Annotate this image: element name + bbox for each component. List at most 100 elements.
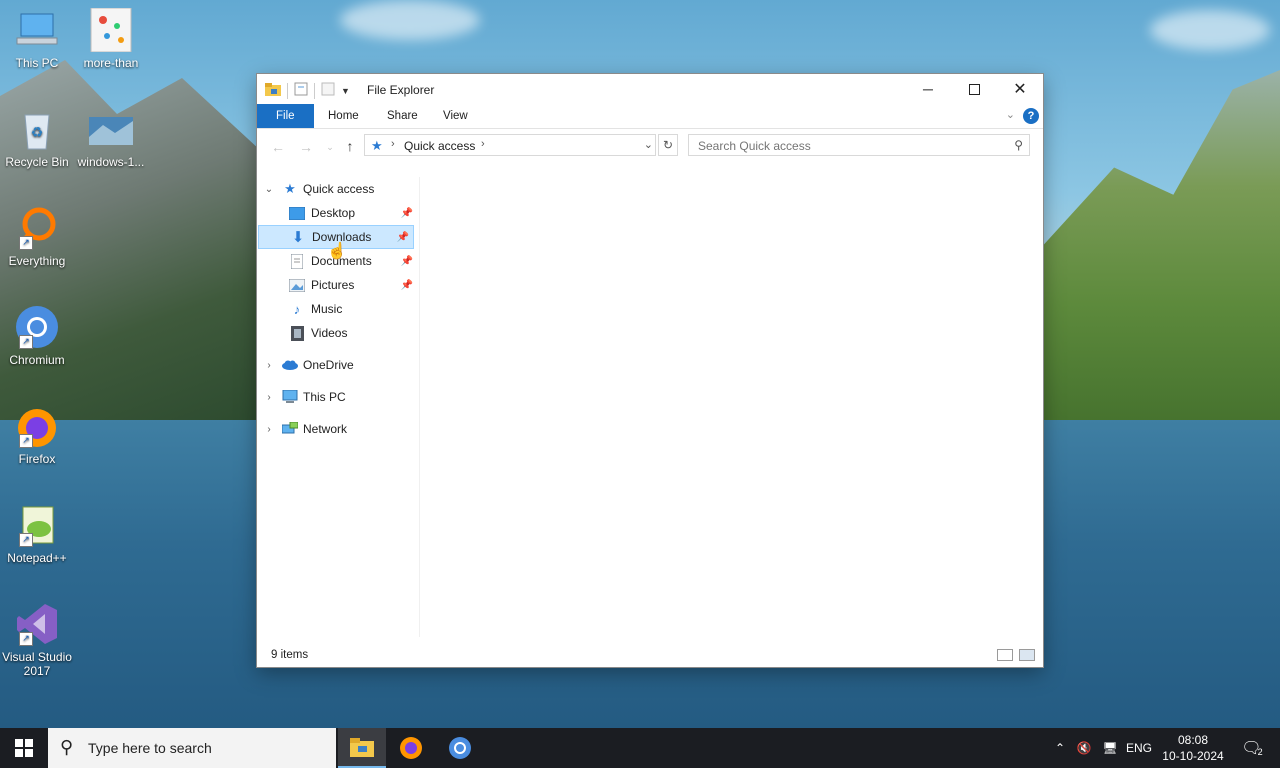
clock-time: 08:08 (1177, 733, 1209, 747)
expand-chevron-right-icon[interactable]: › (264, 360, 274, 371)
close-button[interactable]: ✕ (997, 74, 1043, 104)
notification-count: 2 (1257, 747, 1263, 757)
desktop-icon-label: Chromium (9, 353, 65, 367)
address-dropdown-chevron-icon[interactable]: ⌄ (644, 138, 653, 151)
minimize-button[interactable]: ─ (905, 74, 951, 104)
tree-item-onedrive[interactable]: › OneDrive (257, 353, 417, 377)
forward-arrow-icon[interactable]: → (297, 138, 315, 156)
taskbar-chromium[interactable] (436, 728, 484, 768)
tab-view[interactable]: View (429, 104, 482, 128)
notepad-plus-plus-icon: ↗ (15, 503, 59, 547)
chromium-icon (449, 737, 471, 759)
desktop-icon-recycle-bin[interactable]: ♻ Recycle Bin (0, 107, 74, 169)
breadcrumb-chevron-icon[interactable]: › (391, 138, 395, 150)
taskbar-file-explorer[interactable] (338, 728, 386, 768)
image-thumbnail-icon (89, 107, 133, 151)
help-button[interactable]: ? (1023, 108, 1039, 124)
details-view-button[interactable] (997, 649, 1013, 661)
volume-button[interactable]: 🔇 (1072, 728, 1096, 768)
title-bar[interactable]: ▼ File Explorer ─ ✕ (257, 74, 1043, 104)
file-explorer-window: ▼ File Explorer ─ ✕ File Home Share View… (257, 74, 1043, 667)
network-status-button[interactable]: 🖥 (1098, 728, 1122, 768)
tree-item-pictures[interactable]: Pictures 📌 (257, 273, 417, 297)
tree-item-videos[interactable]: Videos (257, 321, 417, 345)
expand-chevron-right-icon[interactable]: › (264, 424, 274, 435)
quick-access-toolbar: ▼ (265, 82, 350, 99)
clock-date: 10-10-2024 (1162, 749, 1224, 763)
quick-access-star-icon: ★ (371, 138, 383, 153)
desktop-icon-label: windows-1... (77, 155, 145, 169)
tree-item-desktop[interactable]: Desktop 📌 (257, 201, 417, 225)
document-icon (289, 253, 305, 269)
refresh-icon: ↻ (662, 138, 674, 152)
breadcrumb-quick-access[interactable]: Quick access (404, 139, 475, 153)
firefox-icon: ↗ (15, 404, 59, 448)
show-hidden-icons-button[interactable]: ⌃ (1050, 728, 1070, 768)
desktop-icon-label: more-than (83, 56, 139, 70)
hand-cursor-icon: ☝ (327, 243, 347, 260)
desktop-icon-more-than[interactable]: more-than (74, 7, 148, 70)
input-language-button[interactable]: ENG (1124, 728, 1154, 768)
desktop-icon-firefox[interactable]: ↗ Firefox (0, 404, 74, 466)
tree-item-label: Network (303, 422, 348, 436)
music-note-icon: ♪ (293, 301, 301, 317)
back-arrow-icon[interactable]: ← (269, 138, 287, 156)
expand-chevron-down-icon[interactable]: ⌄ (264, 184, 274, 195)
desktop-icon-label: Visual Studio 2017 (2, 650, 72, 678)
tree-item-label: Videos (311, 326, 348, 340)
desktop-icon-everything[interactable]: ↗ Everything (0, 206, 74, 268)
desktop-icon-windows-image[interactable]: windows-1... (74, 107, 148, 169)
shortcut-arrow-icon: ↗ (19, 236, 33, 250)
expand-chevron-right-icon[interactable]: › (264, 392, 274, 403)
large-icons-view-button[interactable] (1019, 649, 1035, 661)
star-icon: ★ (284, 181, 296, 196)
close-icon: ✕ (1013, 81, 1027, 98)
properties-icon[interactable] (294, 82, 308, 99)
up-arrow-icon[interactable]: ↑ (341, 137, 359, 155)
tree-item-this-pc[interactable]: › This PC (257, 385, 417, 409)
item-count: 9 items (271, 649, 309, 661)
address-bar[interactable]: ★ › Quick access › ⌄ (364, 134, 656, 156)
search-icon: ⚲ (60, 737, 74, 757)
divider (314, 82, 315, 99)
tab-file[interactable]: File (257, 104, 314, 128)
search-input[interactable] (696, 138, 1000, 154)
desktop-icon-notepad-plus-plus[interactable]: ↗ Notepad++ (0, 503, 74, 565)
taskbar-firefox[interactable] (387, 728, 435, 768)
window-title: File Explorer (367, 83, 435, 97)
tree-item-network[interactable]: › Network (257, 417, 417, 441)
clock[interactable]: 08:08 10-10-2024 (1160, 732, 1226, 764)
maximize-button[interactable] (951, 74, 997, 104)
desktop-icon-label: Everything (8, 254, 66, 268)
recent-locations-chevron-icon[interactable]: ⌄ (321, 138, 339, 156)
tree-item-music[interactable]: ♪ Music (257, 297, 417, 321)
tree-item-label: Quick access (303, 182, 375, 196)
breadcrumb-chevron-icon[interactable]: › (481, 138, 485, 150)
shortcut-arrow-icon: ↗ (19, 434, 33, 448)
desktop-folder-icon (289, 205, 305, 221)
expand-ribbon-chevron-icon[interactable]: ⌄ (1006, 108, 1015, 121)
taskbar: ⚲ Type here to search ⌃ 🔇 🖥 ENG 08:08 10… (0, 728, 1280, 768)
tab-home[interactable]: Home (314, 104, 373, 128)
desktop-icon-visual-studio[interactable]: ↗ Visual Studio 2017 (0, 602, 74, 678)
customize-toolbar-chevron-icon[interactable]: ▼ (341, 86, 350, 96)
start-button[interactable] (0, 728, 48, 768)
tab-share[interactable]: Share (373, 104, 432, 128)
minimize-icon: ─ (923, 81, 933, 97)
search-box[interactable]: ⚲ (688, 134, 1030, 156)
new-folder-icon[interactable] (321, 82, 335, 99)
taskbar-search-box[interactable]: ⚲ Type here to search (48, 728, 336, 768)
windows-logo-icon (15, 739, 33, 757)
tree-item-quick-access[interactable]: ⌄ ★ Quick access (257, 177, 417, 201)
desktop-icon-this-pc[interactable]: This PC (0, 8, 74, 70)
tree-item-label: Music (311, 302, 343, 316)
download-arrow-icon: ⬇ (291, 229, 305, 246)
tree-item-label: This PC (303, 390, 346, 404)
action-center-button[interactable]: 🗨 2 (1232, 728, 1272, 768)
refresh-button[interactable]: ↻ (658, 134, 678, 156)
image-file-icon (89, 7, 133, 53)
desktop-icon-chromium[interactable]: ↗ Chromium (0, 305, 74, 367)
cloud (340, 0, 480, 40)
everything-search-icon: ↗ (15, 206, 59, 250)
svg-text:♻: ♻ (31, 124, 44, 140)
